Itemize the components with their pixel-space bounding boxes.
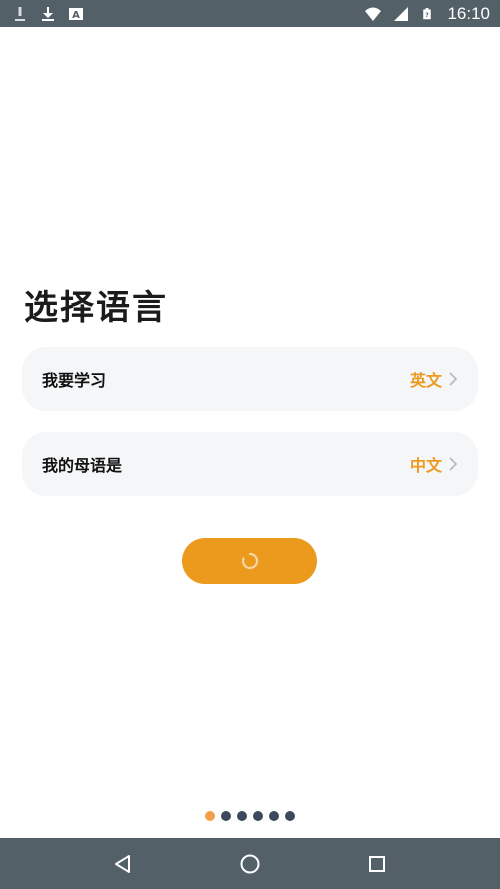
svg-text:A: A (72, 10, 80, 21)
learn-language-value: 英文 (409, 371, 442, 390)
keyboard-a-icon: A (69, 7, 83, 21)
chevron-right-icon (449, 372, 458, 386)
download-icon (42, 6, 54, 21)
home-icon (240, 854, 260, 873)
page-dot (285, 811, 295, 821)
status-bar: A ? 16:10 (0, 0, 500, 27)
home-button[interactable] (230, 844, 270, 884)
page-dot (221, 811, 231, 821)
battery-icon: ? (423, 7, 432, 19)
page-indicator (0, 811, 500, 821)
screen: A ? 16:10 选择语言 我要学习 英文 我的母语是 中文 (0, 0, 500, 889)
page-dot (269, 811, 279, 821)
page-dot (253, 811, 263, 821)
page-title: 选择语言 (24, 288, 168, 328)
native-language-row[interactable]: 我的母语是 中文 (22, 432, 478, 496)
chevron-right-icon (449, 457, 458, 471)
page-dot (205, 811, 215, 821)
status-time: 16:10 (447, 3, 490, 23)
navigation-bar (0, 838, 500, 889)
back-icon (115, 854, 131, 873)
svg-text:?: ? (426, 12, 430, 19)
native-language-label: 我的母语是 (42, 456, 123, 475)
next-button[interactable] (182, 538, 317, 584)
learn-language-selector: 英文 (410, 367, 458, 391)
recents-icon (368, 855, 385, 872)
back-button[interactable] (103, 844, 143, 884)
loading-spinner-icon (241, 552, 258, 570)
native-language-value: 中文 (409, 456, 442, 475)
recents-button[interactable] (357, 844, 397, 884)
notification-icon (15, 6, 25, 21)
signal-icon (394, 6, 409, 21)
status-bar-left: A (12, 6, 84, 22)
native-language-selector: 中文 (410, 452, 458, 476)
wifi-icon (365, 7, 382, 21)
status-bar-right: ? 16:10 (365, 4, 490, 24)
learn-language-label: 我要学习 (42, 371, 107, 390)
page-dot (237, 811, 247, 821)
learn-language-row[interactable]: 我要学习 英文 (22, 347, 478, 411)
